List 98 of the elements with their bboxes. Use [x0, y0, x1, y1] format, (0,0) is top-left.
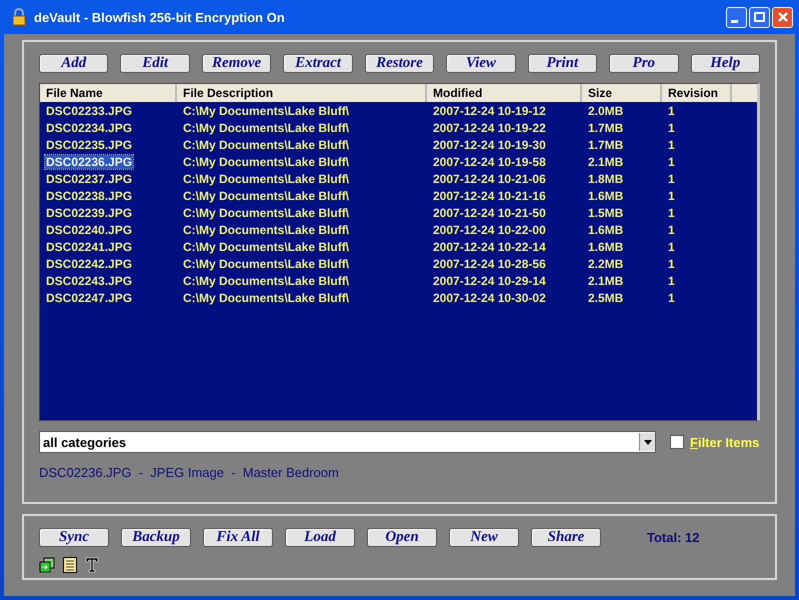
table-cell: 1.6MB	[587, 240, 624, 254]
filter-label[interactable]: Filter Items	[690, 434, 760, 450]
table-cell: C:\My Documents\Lake Bluff\	[182, 172, 350, 186]
table-cell: 1	[667, 188, 676, 202]
table-cell[interactable]: DSC02233.JPG	[45, 104, 134, 118]
total-count: Total: 12	[647, 530, 700, 545]
table-cell: C:\My Documents\Lake Bluff\	[182, 188, 350, 202]
table-cell: 2007-12-24 10-29-14	[432, 274, 547, 288]
minimize-icon	[731, 20, 738, 22]
table-cell: 1	[667, 172, 676, 186]
toolbar-button[interactable]: Help	[690, 54, 760, 73]
toolbar-button[interactable]: Remove	[202, 54, 272, 73]
table-cell: C:\My Documents\Lake Bluff\	[182, 138, 350, 152]
table-cell: 1	[667, 206, 676, 220]
table-cell: 2.1MB	[587, 274, 624, 288]
table-cell: 2007-12-24 10-30-02	[432, 290, 547, 304]
table-cell: 1	[667, 104, 676, 118]
toolbar-button[interactable]: Restore	[364, 54, 434, 73]
table-cell[interactable]: DSC02240.JPG	[45, 222, 134, 236]
sync-icon[interactable]	[39, 557, 55, 573]
toolbar-button[interactable]: Share	[531, 528, 601, 547]
minimize-button[interactable]	[726, 6, 747, 28]
close-icon	[778, 12, 788, 22]
table-cell: 1	[667, 120, 676, 134]
notepad-icon[interactable]	[63, 557, 77, 573]
table-cell[interactable]: DSC02242.JPG	[45, 256, 134, 270]
table-cell: 1	[667, 256, 676, 270]
toolbar-button[interactable]: Pro	[609, 54, 678, 73]
table-cell: 1	[667, 138, 676, 152]
toolbar-button[interactable]: Open	[367, 528, 437, 547]
column-header[interactable]: File Name	[40, 84, 177, 102]
table-cell: 1	[667, 154, 676, 168]
table-cell: 1.5MB	[587, 206, 624, 220]
file-details: DSC02236.JPG - JPEG Image - Master Bedroom	[39, 465, 340, 480]
toolbar-button[interactable]: New	[449, 528, 519, 547]
table-cell: 1.7MB	[587, 120, 624, 134]
table-cell[interactable]: DSC02234.JPG	[45, 120, 134, 134]
table-cell: 1.7MB	[587, 138, 624, 152]
table-cell: 2007-12-24 10-28-56	[432, 256, 547, 270]
table-cell[interactable]: DSC02236.JPG	[45, 154, 134, 168]
table-cell: 2007-12-24 10-19-30	[432, 138, 547, 152]
table-cell: 2.1MB	[587, 154, 624, 168]
toolbar-button[interactable]: Fix All	[203, 528, 273, 547]
toolbar-button[interactable]: Extract	[283, 54, 353, 73]
table-cell[interactable]: DSC02243.JPG	[45, 274, 134, 288]
toolbar-button[interactable]: Sync	[39, 528, 109, 547]
table-cell: C:\My Documents\Lake Bluff\	[182, 240, 350, 254]
toolbar-button[interactable]: Load	[285, 528, 355, 547]
maximize-button[interactable]	[749, 6, 770, 28]
toolbar-button[interactable]: Print	[528, 54, 598, 73]
table-cell: C:\My Documents\Lake Bluff\	[182, 120, 350, 134]
table-cell: C:\My Documents\Lake Bluff\	[182, 154, 350, 168]
table-cell[interactable]: DSC02238.JPG	[45, 188, 134, 202]
table-cell: 2007-12-24 10-22-14	[432, 240, 547, 254]
toolbar-button[interactable]: Add	[39, 54, 108, 73]
table-cell: 2007-12-24 10-19-58	[432, 154, 547, 168]
table-cell: C:\My Documents\Lake Bluff\	[182, 222, 350, 236]
close-button[interactable]	[772, 6, 793, 28]
filter-checkbox[interactable]	[670, 435, 684, 449]
table-cell: 2007-12-24 10-21-50	[432, 206, 547, 220]
table-cell: 1	[667, 240, 676, 254]
table-cell: 2007-12-24 10-21-06	[432, 172, 547, 186]
table-cell: C:\My Documents\Lake Bluff\	[182, 206, 350, 220]
table-cell: C:\My Documents\Lake Bluff\	[182, 274, 350, 288]
table-cell: 1.6MB	[587, 222, 624, 236]
table-cell[interactable]: DSC02247.JPG	[45, 290, 134, 304]
table-cell: 1	[667, 274, 676, 288]
table-cell: 1	[667, 290, 676, 304]
table-cell: 1.8MB	[587, 172, 624, 186]
table-cell: 2007-12-24 10-21-16	[432, 188, 547, 202]
table-cell: 1	[667, 222, 676, 236]
toolbar-button[interactable]: Backup	[121, 528, 191, 547]
table-cell: 2.5MB	[587, 290, 624, 304]
column-header[interactable]: File Description	[177, 84, 427, 102]
table-cell[interactable]: DSC02235.JPG	[45, 138, 134, 152]
table-cell[interactable]: DSC02239.JPG	[45, 206, 134, 220]
table-cell[interactable]: DSC02237.JPG	[45, 172, 134, 186]
column-header[interactable]: Size	[582, 84, 662, 102]
table-cell[interactable]: DSC02241.JPG	[45, 240, 134, 254]
table-cell: 2.2MB	[587, 256, 624, 270]
toolbar-button[interactable]: View	[446, 54, 516, 73]
table-cell: 2.0MB	[587, 104, 624, 118]
text-tool-icon[interactable]	[85, 557, 99, 573]
category-dropdown[interactable]: all categories	[39, 431, 656, 453]
table-cell: 2007-12-24 10-22-00	[432, 222, 547, 236]
column-header[interactable]: Modified	[427, 84, 582, 102]
column-header[interactable]: Revision	[662, 84, 732, 102]
table-cell: C:\My Documents\Lake Bluff\	[182, 256, 350, 270]
table-cell: C:\My Documents\Lake Bluff\	[182, 104, 350, 118]
table-cell: 2007-12-24 10-19-22	[432, 120, 547, 134]
window-title: deVault - Blowfish 256-bit Encryption On	[34, 10, 286, 24]
table-cell: 2007-12-24 10-19-12	[432, 104, 547, 118]
dropdown-arrow-icon	[644, 440, 652, 444]
maximize-icon	[754, 12, 765, 22]
table-cell: C:\My Documents\Lake Bluff\	[182, 290, 350, 304]
table-cell: 1.6MB	[587, 188, 624, 202]
lock-icon	[12, 8, 26, 26]
toolbar-button[interactable]: Edit	[120, 54, 190, 73]
